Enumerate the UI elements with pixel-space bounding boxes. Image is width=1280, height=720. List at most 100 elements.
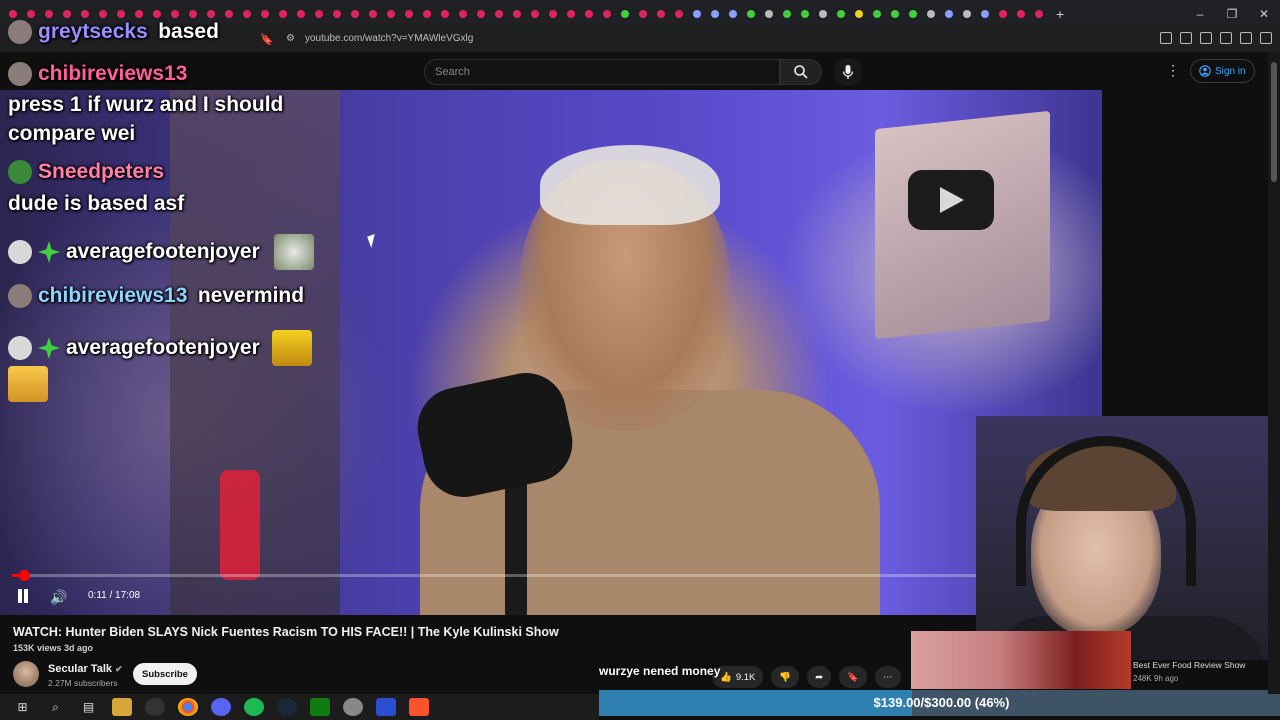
- browser-tab[interactable]: [364, 5, 382, 23]
- obs-icon[interactable]: [144, 698, 165, 716]
- browser-tab[interactable]: [706, 5, 724, 23]
- sign-in-button[interactable]: Sign in: [1190, 59, 1255, 83]
- file-explorer-icon[interactable]: [111, 698, 132, 716]
- recommended-title[interactable]: Best Ever Food Review Show: [1133, 660, 1245, 670]
- browser-tab[interactable]: [310, 5, 328, 23]
- more-actions-button[interactable]: ⋯: [875, 666, 901, 688]
- dislike-button[interactable]: 👎: [771, 666, 800, 688]
- more-options-icon[interactable]: ⋮: [1166, 62, 1180, 79]
- minimize-icon[interactable]: –: [1184, 7, 1216, 21]
- extension-icon[interactable]: [1180, 32, 1192, 44]
- spotify-icon[interactable]: [243, 698, 264, 716]
- browser-tab[interactable]: [904, 5, 922, 23]
- close-icon[interactable]: ✕: [1248, 7, 1280, 21]
- pause-button[interactable]: [16, 589, 30, 603]
- share-button[interactable]: ➦: [807, 666, 832, 688]
- browser-tab[interactable]: [688, 5, 706, 23]
- ea-icon[interactable]: [375, 698, 396, 716]
- browser-tab[interactable]: [616, 5, 634, 23]
- browser-tab[interactable]: [634, 5, 652, 23]
- browser-tab[interactable]: [328, 5, 346, 23]
- tab-favicon-icon: [711, 10, 719, 18]
- browser-tab[interactable]: [508, 5, 526, 23]
- chat-text: press 1 if wurz and I should: [8, 93, 284, 116]
- browser-tab[interactable]: [742, 5, 760, 23]
- browser-tab[interactable]: [238, 5, 256, 23]
- browser-tab[interactable]: [292, 5, 310, 23]
- avatar[interactable]: [13, 661, 39, 687]
- browser-tab[interactable]: [562, 5, 580, 23]
- browser-tab[interactable]: [760, 5, 778, 23]
- browser-tab[interactable]: [814, 5, 832, 23]
- subscribe-button[interactable]: Subscribe: [133, 663, 197, 685]
- brave-icon[interactable]: [408, 698, 429, 716]
- channel-name[interactable]: Secular Talk ✔: [48, 663, 123, 675]
- browser-tab[interactable]: [958, 5, 976, 23]
- progress-scrubber[interactable]: [18, 570, 30, 581]
- extension-icon[interactable]: [1200, 32, 1212, 44]
- browser-tab[interactable]: [778, 5, 796, 23]
- url-text[interactable]: youtube.com/watch?v=YMAWleVGxlg: [305, 33, 473, 44]
- browser-tab[interactable]: [382, 5, 400, 23]
- browser-tab[interactable]: [544, 5, 562, 23]
- scrollbar-thumb[interactable]: [1271, 62, 1277, 182]
- extension-icon[interactable]: [1160, 32, 1172, 44]
- page-scrollbar[interactable]: [1268, 52, 1280, 694]
- discord-icon[interactable]: [210, 698, 231, 716]
- chrome-icon[interactable]: [177, 698, 198, 716]
- browser-tab[interactable]: [598, 5, 616, 23]
- browser-tab[interactable]: [652, 5, 670, 23]
- tab-favicon-icon: [567, 10, 575, 18]
- search-input[interactable]: Search: [424, 59, 780, 85]
- windows-start-icon[interactable]: ⊞: [13, 698, 33, 716]
- browser-tab[interactable]: [796, 5, 814, 23]
- browser-tab[interactable]: [454, 5, 472, 23]
- browser-tab[interactable]: [832, 5, 850, 23]
- chat-message: Sneedpeters: [8, 160, 164, 184]
- task-view-icon[interactable]: ▤: [79, 698, 99, 716]
- search-icon[interactable]: ⌕: [46, 698, 66, 716]
- browser-tab[interactable]: [526, 5, 544, 23]
- browser-tab[interactable]: [922, 5, 940, 23]
- tab-favicon-icon: [9, 10, 17, 18]
- voice-search-button[interactable]: [834, 58, 862, 86]
- browser-tab[interactable]: [490, 5, 508, 23]
- site-settings-icon[interactable]: ⚙: [286, 33, 295, 44]
- restore-icon[interactable]: ❐: [1216, 7, 1248, 21]
- browser-tab[interactable]: [274, 5, 292, 23]
- bookmark-icon[interactable]: 🔖: [260, 33, 274, 46]
- browser-tab[interactable]: [994, 5, 1012, 23]
- recommended-thumbnail[interactable]: [911, 631, 1131, 689]
- browser-tab[interactable]: [868, 5, 886, 23]
- volume-icon[interactable]: 🔊: [50, 589, 67, 606]
- tab-favicon-icon: [981, 10, 989, 18]
- browser-tab[interactable]: [400, 5, 418, 23]
- browser-tab[interactable]: [670, 5, 688, 23]
- browser-tab[interactable]: [886, 5, 904, 23]
- browser-tab[interactable]: [850, 5, 868, 23]
- steam-icon[interactable]: [276, 698, 297, 716]
- browser-tab[interactable]: [256, 5, 274, 23]
- browser-tab[interactable]: [436, 5, 454, 23]
- browser-tab[interactable]: [418, 5, 436, 23]
- browser-tab[interactable]: [976, 5, 994, 23]
- new-tab-button[interactable]: +: [1056, 6, 1064, 22]
- browser-tab[interactable]: [220, 5, 238, 23]
- browser-tab[interactable]: [724, 5, 742, 23]
- browser-tab[interactable]: [1012, 5, 1030, 23]
- tab-favicon-icon: [279, 10, 287, 18]
- search-button[interactable]: [780, 59, 822, 85]
- browser-tab[interactable]: [940, 5, 958, 23]
- app-icon[interactable]: [342, 698, 363, 716]
- extension-icon[interactable]: [1240, 32, 1252, 44]
- browser-tab[interactable]: [580, 5, 598, 23]
- xbox-icon[interactable]: [309, 698, 330, 716]
- menu-icon[interactable]: [1260, 32, 1272, 44]
- browser-tab[interactable]: [472, 5, 490, 23]
- save-button[interactable]: 🔖: [839, 666, 868, 688]
- extension-icon[interactable]: [1220, 32, 1232, 44]
- browser-tab[interactable]: [1030, 5, 1048, 23]
- progress-bar[interactable]: [12, 570, 1102, 581]
- browser-tab[interactable]: [346, 5, 364, 23]
- tab-favicon-icon: [333, 10, 341, 18]
